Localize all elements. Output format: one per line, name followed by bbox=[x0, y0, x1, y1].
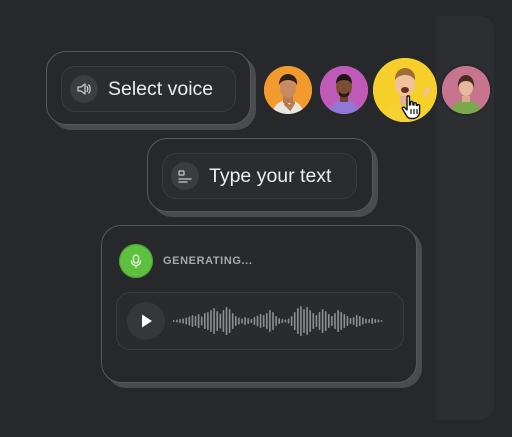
hand-cursor-icon bbox=[400, 94, 424, 120]
waveform-bar bbox=[228, 309, 231, 333]
waveform-bar bbox=[219, 313, 222, 329]
waveform-bar bbox=[275, 316, 277, 326]
waveform-bar bbox=[256, 315, 259, 327]
waveform-bar bbox=[197, 314, 200, 328]
waveform-bar bbox=[213, 308, 215, 334]
waveform-bar bbox=[250, 319, 253, 323]
text-input-placeholder: Type your text bbox=[209, 164, 332, 187]
waveform-bar bbox=[377, 319, 380, 323]
waveform-bar bbox=[371, 318, 373, 324]
waveform-bar bbox=[235, 316, 237, 326]
waveform-bar bbox=[380, 320, 383, 322]
waveform-bar bbox=[318, 312, 321, 330]
waveform-bar bbox=[176, 319, 178, 323]
text-input[interactable]: Type your text bbox=[162, 153, 357, 199]
waveform-bar bbox=[365, 318, 367, 324]
waveform-bar bbox=[244, 317, 246, 325]
waveform-bar bbox=[362, 317, 364, 325]
waveform-bar bbox=[185, 317, 187, 325]
waveform-bar bbox=[225, 307, 228, 335]
waveform-bar bbox=[269, 310, 271, 332]
waveform-bar bbox=[210, 310, 212, 332]
waveform-bar bbox=[315, 315, 318, 327]
microphone-icon bbox=[130, 254, 142, 269]
waveform-bar bbox=[231, 313, 234, 329]
waveform-bar bbox=[346, 316, 349, 326]
waveform-bar bbox=[262, 315, 265, 327]
waveform-bar bbox=[309, 310, 311, 332]
waveform-bar bbox=[312, 313, 315, 329]
waveform-bar bbox=[272, 312, 274, 330]
waveform-bar bbox=[238, 317, 240, 325]
waveform-bar bbox=[247, 318, 249, 324]
waveform-bar bbox=[306, 307, 308, 335]
waveform-bar bbox=[293, 312, 296, 330]
waveform-bar bbox=[349, 318, 352, 324]
text-lines-icon bbox=[171, 162, 199, 190]
waveform-bar bbox=[340, 312, 342, 330]
waveform-bar bbox=[355, 315, 358, 327]
select-voice-button[interactable]: Select voice bbox=[61, 66, 236, 112]
waveform-bar bbox=[337, 310, 339, 332]
waveform-bar bbox=[284, 319, 287, 323]
waveform-bar bbox=[241, 318, 243, 324]
waveform-bar bbox=[207, 312, 209, 330]
audio-player bbox=[116, 292, 404, 350]
waveform-bar bbox=[222, 310, 225, 332]
waveform-bar bbox=[374, 319, 377, 323]
waveform-bar bbox=[352, 317, 355, 325]
waveform-bar bbox=[182, 318, 184, 324]
waveform-bar bbox=[328, 314, 330, 328]
waveform-bar bbox=[297, 308, 299, 334]
waveform-bar bbox=[173, 320, 175, 322]
waveform-bar bbox=[324, 311, 327, 331]
waveform-bar bbox=[343, 314, 346, 328]
waveform-bar bbox=[204, 313, 206, 329]
avatar-man-orange[interactable] bbox=[264, 66, 312, 114]
waveform-bar bbox=[253, 317, 256, 325]
waveform-bar bbox=[290, 316, 293, 326]
waveform-bar bbox=[368, 319, 370, 323]
waveform-bar bbox=[287, 318, 290, 324]
waveform-bar bbox=[194, 316, 197, 326]
waveform-bar bbox=[216, 311, 218, 331]
waveform-bar bbox=[179, 319, 181, 323]
waveform-bar bbox=[278, 318, 280, 324]
waveform-bar bbox=[200, 316, 203, 326]
waveform-bar bbox=[259, 314, 262, 328]
waveform-bar bbox=[191, 315, 194, 327]
play-icon bbox=[142, 314, 152, 328]
waveform-bar bbox=[359, 316, 361, 326]
generating-status: GENERATING... bbox=[163, 255, 253, 267]
select-voice-label: Select voice bbox=[108, 77, 214, 100]
audio-waveform bbox=[173, 306, 383, 336]
avatar-woman-green[interactable] bbox=[442, 66, 490, 114]
waveform-bar bbox=[334, 313, 336, 329]
waveform-bar bbox=[303, 309, 305, 333]
play-button[interactable] bbox=[127, 302, 165, 340]
speaker-icon bbox=[70, 75, 98, 103]
microphone-button[interactable] bbox=[119, 244, 153, 278]
waveform-bar bbox=[321, 309, 324, 333]
waveform-bar bbox=[331, 316, 333, 326]
waveform-bar bbox=[300, 306, 302, 336]
avatar-man-purple[interactable] bbox=[320, 66, 368, 114]
waveform-bar bbox=[188, 316, 191, 326]
waveform-bar bbox=[281, 319, 284, 323]
waveform-bar bbox=[266, 313, 268, 329]
